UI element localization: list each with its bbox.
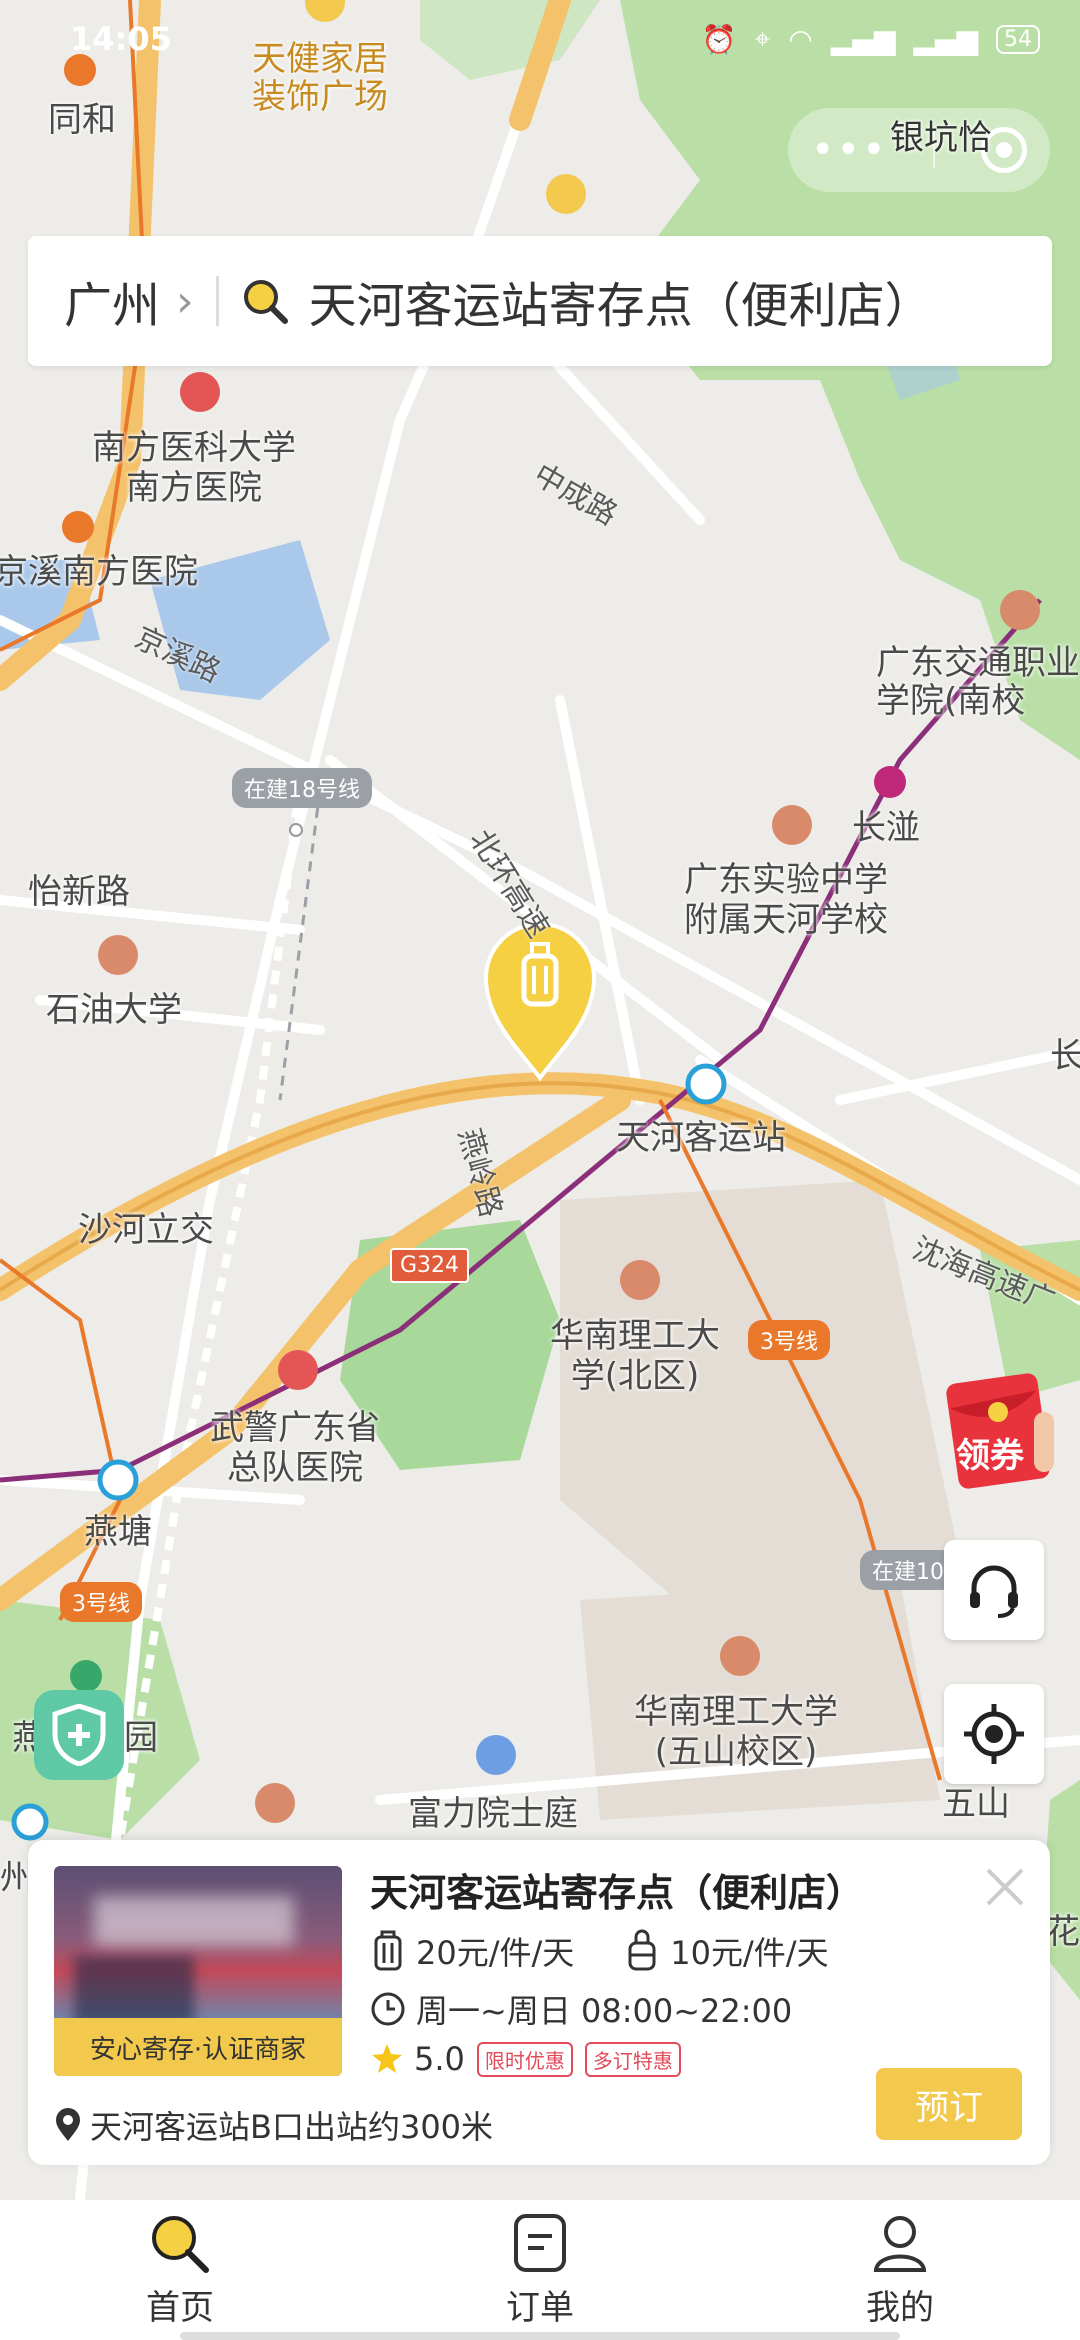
store-thumbnail[interactable]: 安心寄存·认证商家 [54, 1866, 342, 2076]
status-icons: ⏰ ⌖ ◠ ▂▄▆ ▂▄▆ 54 [702, 22, 1040, 56]
clock-icon [371, 1992, 405, 2026]
map-label-yixin: 怡新路 [28, 872, 130, 912]
map-label-nanfang-univ: 南方医科大学 南方医院 [92, 428, 296, 508]
store-title[interactable]: 天河客运站寄存点（便利店） [370, 1862, 864, 1917]
safety-shield-button[interactable] [34, 1690, 124, 1780]
home-search-icon [152, 2215, 209, 2273]
nav-home-label: 首页 [146, 2287, 214, 2328]
headset-icon [970, 1565, 1018, 1618]
home-indicator[interactable] [180, 2332, 900, 2340]
line-tag-3-east: 3号线 [748, 1320, 830, 1360]
map-label-huanan-north: 华南理工大 学(北区) [550, 1316, 720, 1396]
luggage-pin-icon[interactable] [483, 922, 597, 1082]
nav-orders-label: 订单 [506, 2287, 574, 2328]
store-address: 天河客运站B口出站约300米 [90, 2108, 494, 2146]
map-label-tonghe: 同和 [48, 100, 116, 140]
map-label-wujing: 武警广东省 总队医院 [210, 1408, 380, 1488]
map-label-changban: 长湴 [852, 808, 920, 848]
map-label-gd-exp-school: 广东实验中学 附属天河学校 [684, 860, 888, 940]
line-tag-3-west: 3号线 [60, 1582, 142, 1622]
map-label-gd-transport: 广东交通职业 学院(南校 [876, 643, 1080, 721]
rating-row: 5.0 限时优惠 多订特惠 [370, 2040, 681, 2078]
map-label-shiyou: 石油大学 [46, 990, 182, 1030]
map-label-location: 银坑恰 [890, 118, 992, 158]
highway-g324-badge: G324 [390, 1248, 470, 1283]
thumb-blur [74, 1956, 194, 2026]
signal-icon: ▂▄▆ [830, 22, 896, 56]
map-label-fuli: 富力院士庭 [408, 1794, 578, 1834]
map-label-wushan: 五山 [942, 1784, 1010, 1824]
map-label-hua: 花 [1046, 1912, 1080, 1952]
bottom-nav: 首页 订单 我的 [0, 2200, 1080, 2340]
search-icon [243, 280, 288, 324]
signal-icon-2: ▂▄▆ [913, 22, 978, 56]
search-input[interactable]: 天河客运站寄存点（便利店） [309, 266, 933, 336]
shield-plus-icon [52, 1704, 106, 1766]
promo-tag-multi: 多订特惠 [584, 2041, 681, 2077]
map-label-park: 园 [124, 1718, 158, 1758]
line-tag-10: 在建10 [860, 1550, 956, 1590]
small-bag-icon [628, 1929, 656, 1971]
map-label-tianhe-station: 天河客运站 [616, 1118, 786, 1158]
search-divider [215, 276, 219, 326]
line-tag-18: 在建18号线 [232, 768, 372, 808]
map-label-jingxi-hospital: 京溪南方医院 [0, 552, 198, 592]
nav-mine-label: 我的 [866, 2287, 934, 2328]
price-small-bag: 10元/件/天 [670, 1934, 829, 1972]
status-time: 14:05 [70, 20, 172, 58]
chevron-right-icon: › [176, 275, 194, 327]
profile-icon [873, 2215, 927, 2272]
coupon-button[interactable]: 领券 [944, 1372, 1054, 1490]
map-label-huanan-wushan: 华南理工大学 (五山校区) [634, 1692, 838, 1772]
hours-row: 周一~周日 08:00~22:00 [370, 1986, 792, 2032]
store-card[interactable]: 安心寄存·认证商家 天河客运站寄存点（便利店） 20元/件/天 10元/件/天 … [28, 1840, 1050, 2165]
certified-badge: 安心寄存·认证商家 [54, 2018, 342, 2076]
more-dots-icon[interactable]: ••• [811, 127, 888, 173]
wifi-icon: ◠ [788, 22, 813, 56]
alarm-icon: ⏰ [701, 22, 737, 56]
close-icon[interactable] [980, 1862, 1030, 1912]
nav-mine[interactable]: 我的 [720, 2200, 1080, 2340]
rating-value: 5.0 [414, 2040, 465, 2078]
business-hours: 周一~周日 08:00~22:00 [416, 1992, 793, 2030]
book-button[interactable]: 预订 [876, 2068, 1022, 2140]
thumb-blur [94, 1896, 294, 1946]
address-row: 天河客运站B口出站约300米 [54, 2102, 493, 2148]
coupon-label: 领券 [956, 1436, 1024, 1476]
orders-icon [514, 2213, 566, 2272]
battery-icon: 54 [996, 24, 1040, 54]
nav-home[interactable]: 首页 [0, 2200, 360, 2340]
status-bar: 14:05 ⏰ ⌖ ◠ ▂▄▆ ▂▄▆ 54 [0, 0, 1080, 80]
price-large-luggage: 20元/件/天 [416, 1934, 575, 1972]
customer-service-button[interactable] [944, 1540, 1044, 1640]
map-label-yantang: 燕塘 [84, 1512, 152, 1552]
large-luggage-icon [374, 1930, 402, 1971]
nav-orders[interactable]: 订单 [360, 2200, 720, 2340]
location-icon: ⌖ [754, 22, 771, 55]
promo-tag-limited: 限时优惠 [476, 2041, 573, 2077]
crosshair-icon [964, 1704, 1024, 1764]
map-label-chang-right: 长 [1050, 1036, 1080, 1076]
map-label-shahe: 沙河立交 [78, 1210, 214, 1250]
locate-me-button[interactable] [944, 1684, 1044, 1784]
city-selector[interactable]: 广州 [64, 266, 160, 336]
star-icon [372, 2044, 402, 2073]
price-row: 20元/件/天 10元/件/天 [370, 1928, 829, 1974]
location-pin-icon [56, 2108, 80, 2141]
search-bar[interactable]: 广州 › 天河客运站寄存点（便利店） [28, 236, 1052, 366]
